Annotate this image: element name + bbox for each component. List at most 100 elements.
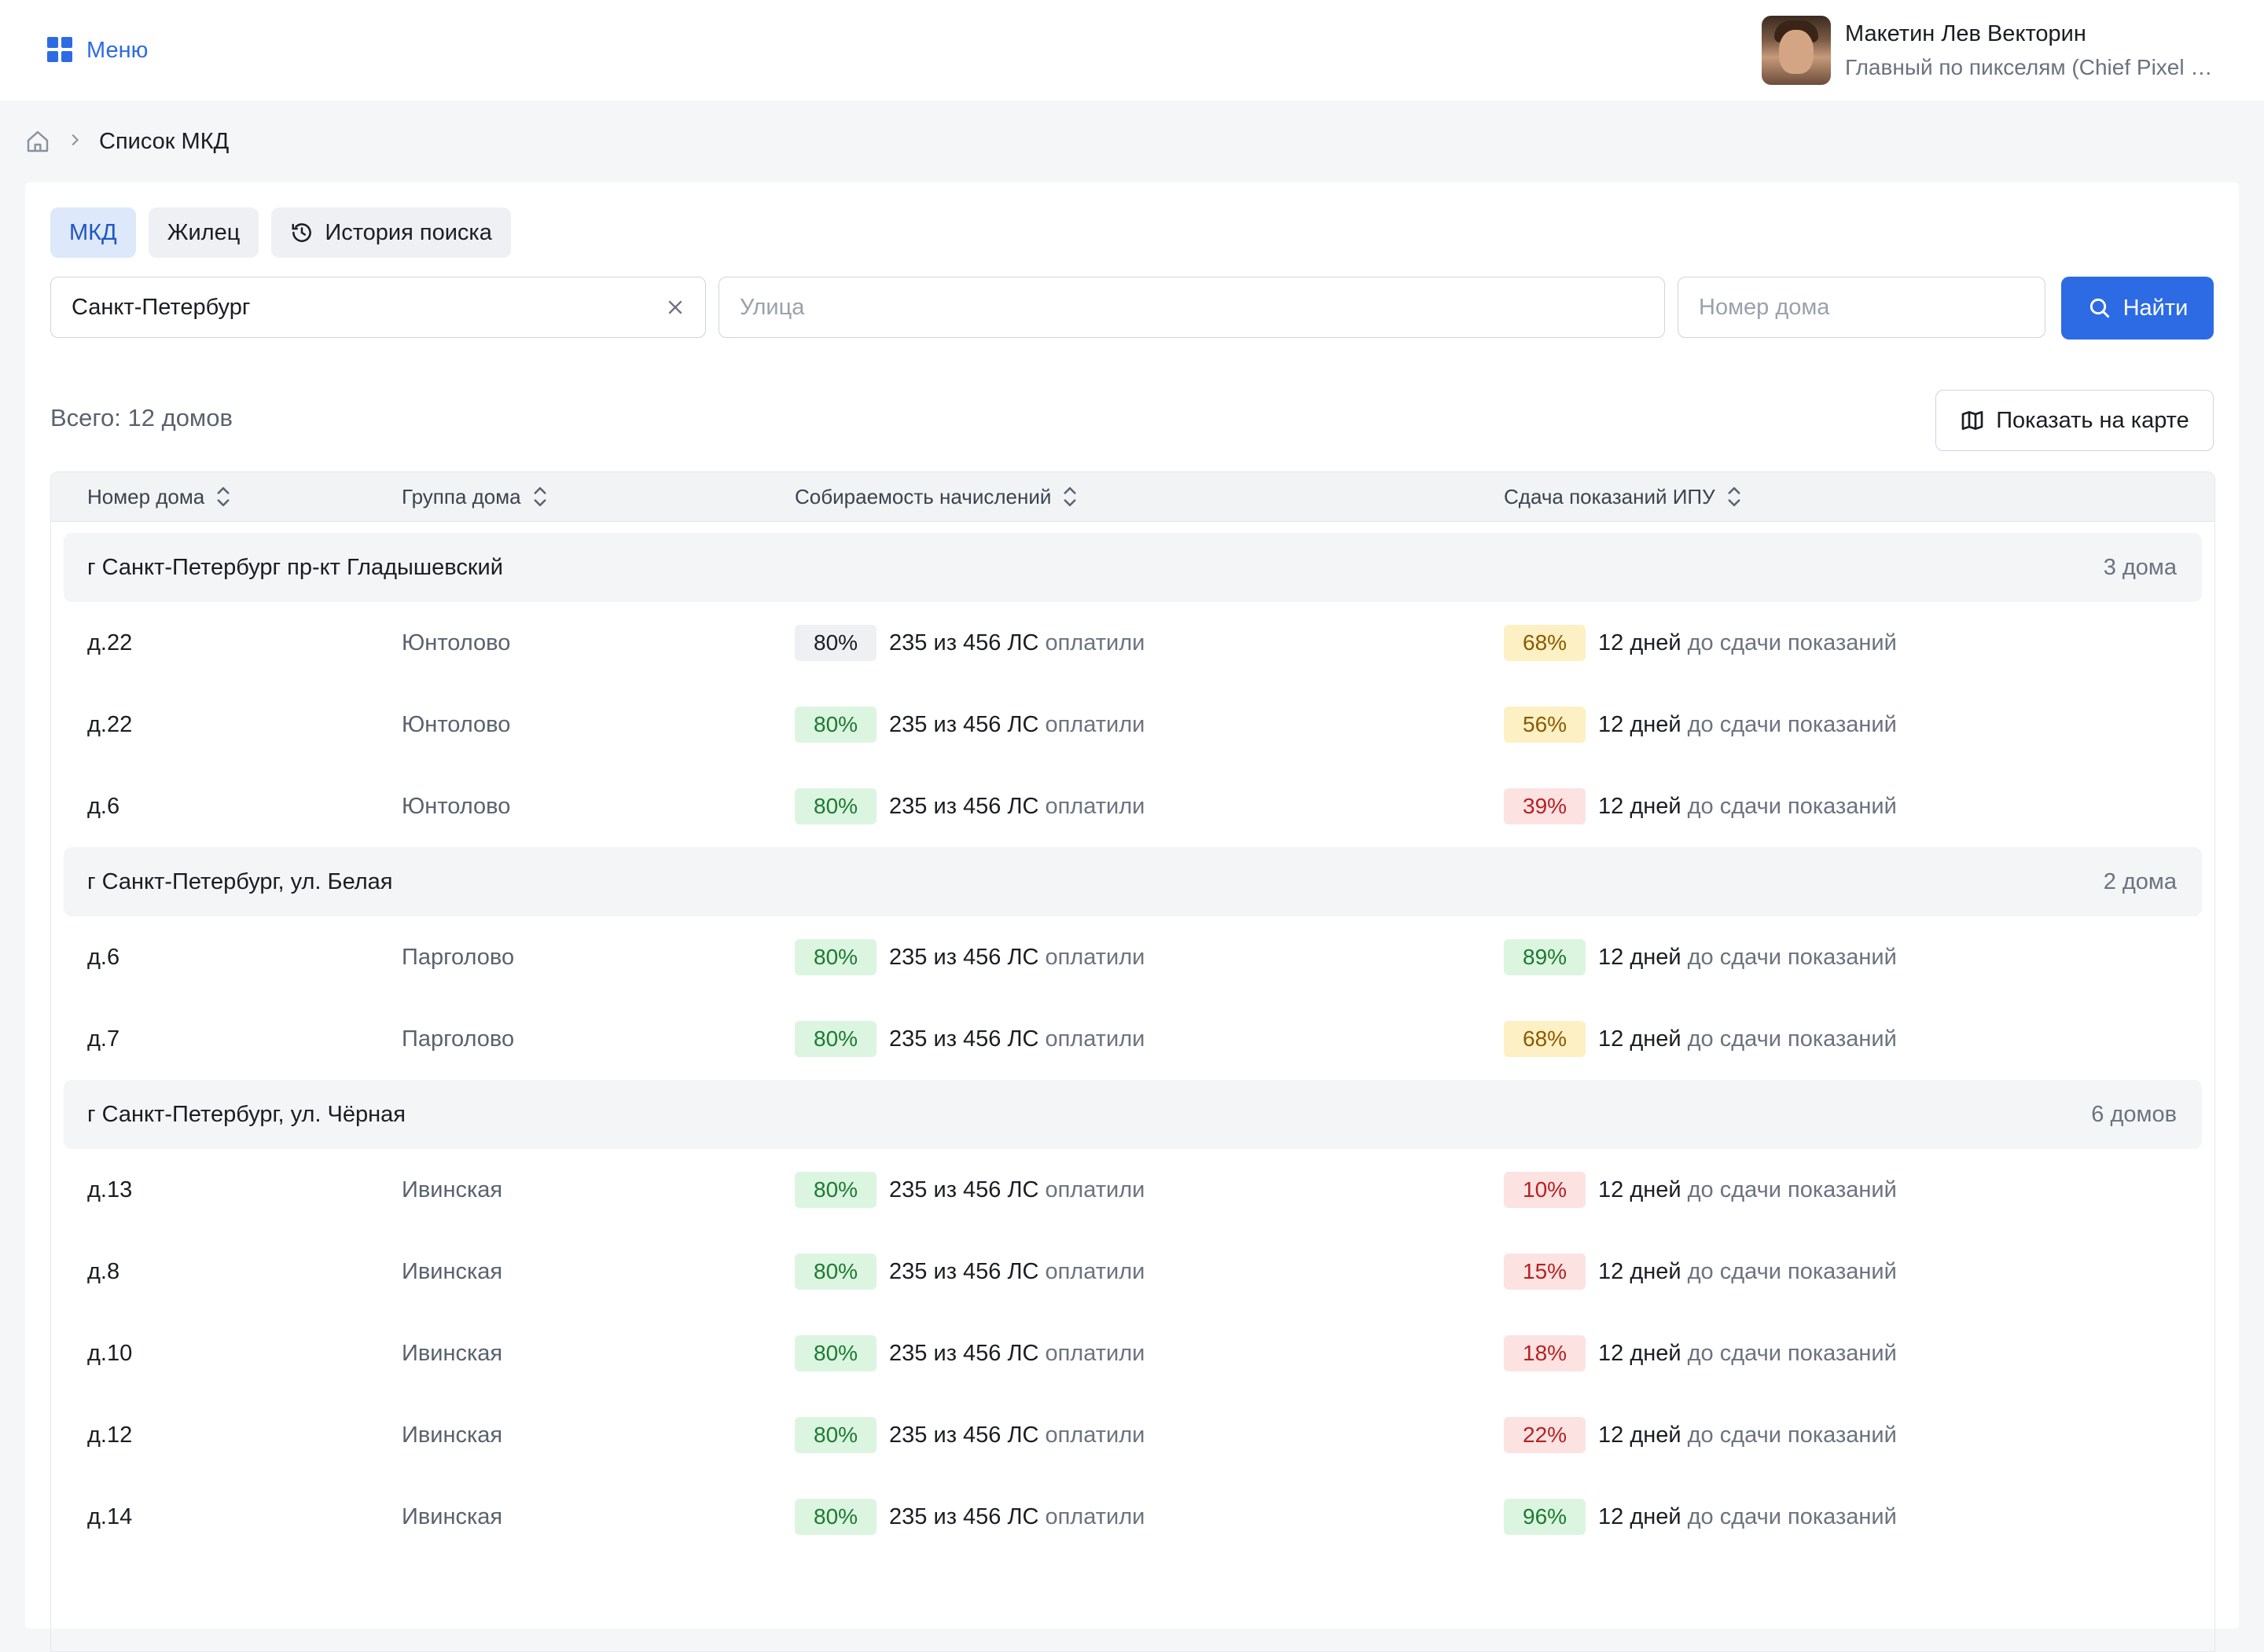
days-left: 12 дней xyxy=(1598,1258,1681,1284)
days-left: 12 дней xyxy=(1598,1340,1681,1366)
menu-button[interactable]: Меню xyxy=(47,33,148,68)
house-group: Ивинская xyxy=(402,1340,503,1366)
days-left: 12 дней xyxy=(1598,630,1681,655)
days-left: 12 дней xyxy=(1598,944,1681,970)
house-number: д.12 xyxy=(87,1422,133,1448)
paid-count: 235 из 456 ЛС xyxy=(889,1258,1039,1284)
ipu-cell: 10% 12 дней до сдачи показаний xyxy=(1504,1149,1897,1231)
group-title: г Санкт-Петербург пр-кт Гладышевский xyxy=(87,555,503,580)
table-row[interactable]: д.13 Ивинская 80% 235 из 456 ЛС оплатили 10% 1… xyxy=(51,1149,2214,1231)
house-group: Ивинская xyxy=(402,1258,503,1284)
group-title: г Санкт-Петербург, ул. Чёрная xyxy=(87,1102,406,1127)
collection-percent-badge: 80% xyxy=(795,1021,877,1057)
paid-suffix: оплатили xyxy=(1045,1340,1145,1366)
house-group: Юнтолово xyxy=(402,793,511,819)
map-icon xyxy=(1961,411,1983,430)
tab-resident[interactable]: Жилец xyxy=(148,207,259,258)
column-header-group[interactable]: Группа дома xyxy=(402,472,548,521)
days-suffix: до сдачи показаний xyxy=(1687,1177,1897,1202)
ipu-percent-badge: 96% xyxy=(1504,1499,1586,1535)
house-number: д.6 xyxy=(87,793,120,819)
house-number: д.22 xyxy=(87,711,133,737)
column-label: Собираемость начислений xyxy=(795,484,1052,508)
group-count: 6 домов xyxy=(2091,1102,2177,1127)
house-number: д.6 xyxy=(87,944,120,970)
map-button-label: Показать на карте xyxy=(1996,407,2189,433)
house-group: Ивинская xyxy=(402,1177,503,1202)
tab-search-history[interactable]: История поиска xyxy=(271,207,511,258)
house-group: Юнтолово xyxy=(402,711,511,737)
menu-label: Меню xyxy=(86,37,149,63)
user-name: Макетин Лев Векторин xyxy=(1845,20,2086,46)
column-header-house-number[interactable]: Номер дома xyxy=(87,472,231,521)
house-group: Ивинская xyxy=(402,1503,503,1529)
table-row[interactable]: д.8 Ивинская 80% 235 из 456 ЛС оплатили 15% 12… xyxy=(51,1231,2214,1312)
column-header-collection[interactable]: Собираемость начислений xyxy=(795,472,1078,521)
ipu-percent-badge: 15% xyxy=(1504,1254,1586,1290)
street-input[interactable] xyxy=(738,293,1645,321)
user-role: Главный по пикселям (Chief Pixel Officer… xyxy=(1845,54,2226,79)
tab-mkd[interactable]: МКД xyxy=(50,207,136,258)
collection-percent-badge: 80% xyxy=(795,1254,877,1290)
paid-count: 235 из 456 ЛС xyxy=(889,630,1039,655)
house-number: д.7 xyxy=(87,1026,120,1052)
table-row[interactable]: д.6 Парголово 80% 235 из 456 ЛС оплатили 89% 1… xyxy=(51,916,2214,998)
collection-cell: 80% 235 из 456 ЛС оплатили xyxy=(795,765,1145,847)
paid-suffix: оплатили xyxy=(1045,1503,1145,1529)
table-row[interactable]: д.7 Парголово 80% 235 из 456 ЛС оплатили 68% 1… xyxy=(51,998,2214,1080)
paid-suffix: оплатили xyxy=(1045,944,1145,970)
home-icon[interactable] xyxy=(25,129,50,154)
ipu-percent-badge: 18% xyxy=(1504,1335,1586,1371)
house-group: Парголово xyxy=(402,1026,515,1052)
paid-count: 235 из 456 ЛС xyxy=(889,944,1039,970)
table-header: Номер дома Группа дома Собираемость начи… xyxy=(51,472,2214,522)
ipu-percent-badge: 22% xyxy=(1504,1417,1586,1453)
column-header-ipu[interactable]: Сдача показаний ИПУ xyxy=(1504,472,1742,521)
ipu-percent-badge: 56% xyxy=(1504,707,1586,743)
paid-suffix: оплатили xyxy=(1045,1026,1145,1052)
paid-suffix: оплатили xyxy=(1045,630,1145,655)
table-row[interactable]: д.14 Ивинская 80% 235 из 456 ЛС оплатили 96% 1… xyxy=(51,1476,2214,1558)
user-profile[interactable]: Макетин Лев Векторин Главный по пикселям… xyxy=(1762,14,2226,86)
breadcrumb-current: Список МКД xyxy=(99,128,230,154)
group-row[interactable]: г Санкт-Петербург пр-кт Гладышевский 3 до… xyxy=(64,533,2202,602)
days-suffix: до сдачи показаний xyxy=(1687,711,1897,737)
show-on-map-button[interactable]: Показать на карте xyxy=(1935,390,2214,451)
house-number: д.8 xyxy=(87,1258,120,1284)
collection-percent-badge: 80% xyxy=(795,939,877,975)
table-row[interactable]: д.10 Ивинская 80% 235 из 456 ЛС оплатили 18% 1… xyxy=(51,1312,2214,1394)
collection-cell: 80% 235 из 456 ЛС оплатили xyxy=(795,684,1145,765)
ipu-cell: 39% 12 дней до сдачи показаний xyxy=(1504,765,1897,847)
house-number-field[interactable] xyxy=(1678,277,2045,338)
days-suffix: до сдачи показаний xyxy=(1687,793,1897,819)
sort-icon xyxy=(534,486,546,507)
ipu-cell: 68% 12 дней до сдачи показаний xyxy=(1504,998,1897,1080)
table-row[interactable]: д.12 Ивинская 80% 235 из 456 ЛС оплатили 22% 1… xyxy=(51,1394,2214,1476)
paid-count: 235 из 456 ЛС xyxy=(889,1422,1039,1448)
table-row[interactable]: д.6 Юнтолово 80% 235 из 456 ЛС оплатили 39% 12… xyxy=(51,765,2214,847)
ipu-cell: 68% 12 дней до сдачи показаний xyxy=(1504,602,1897,684)
table-row[interactable]: д.22 Юнтолово 80% 235 из 456 ЛС оплатили 68% 1… xyxy=(51,602,2214,684)
breadcrumb: Список МКД xyxy=(25,126,229,157)
street-field[interactable] xyxy=(719,277,1665,338)
ipu-cell: 22% 12 дней до сдачи показаний xyxy=(1504,1394,1897,1476)
table-row[interactable]: д.22 Юнтолово 80% 235 из 456 ЛС оплатили 56% 1… xyxy=(51,684,2214,765)
clear-icon[interactable] xyxy=(664,296,686,318)
paid-suffix: оплатили xyxy=(1045,711,1145,737)
column-label: Группа дома xyxy=(402,484,521,508)
sort-icon xyxy=(1064,486,1076,507)
city-input[interactable] xyxy=(70,293,664,321)
days-left: 12 дней xyxy=(1598,793,1681,819)
collection-cell: 80% 235 из 456 ЛС оплатили xyxy=(795,1312,1145,1394)
group-row[interactable]: г Санкт-Петербург, ул. Белая 2 дома xyxy=(64,847,2202,916)
collection-percent-badge: 80% xyxy=(795,1335,877,1371)
house-number-input[interactable] xyxy=(1697,293,2026,321)
group-row[interactable]: г Санкт-Петербург, ул. Чёрная 6 домов xyxy=(64,1080,2202,1149)
days-suffix: до сдачи показаний xyxy=(1687,1026,1897,1052)
ipu-percent-badge: 68% xyxy=(1504,625,1586,661)
house-group: Парголово xyxy=(402,944,515,970)
column-label: Сдача показаний ИПУ xyxy=(1504,484,1715,508)
city-field[interactable] xyxy=(50,277,706,338)
ipu-cell: 96% 12 дней до сдачи показаний xyxy=(1504,1476,1897,1558)
find-button[interactable]: Найти xyxy=(2061,277,2214,340)
